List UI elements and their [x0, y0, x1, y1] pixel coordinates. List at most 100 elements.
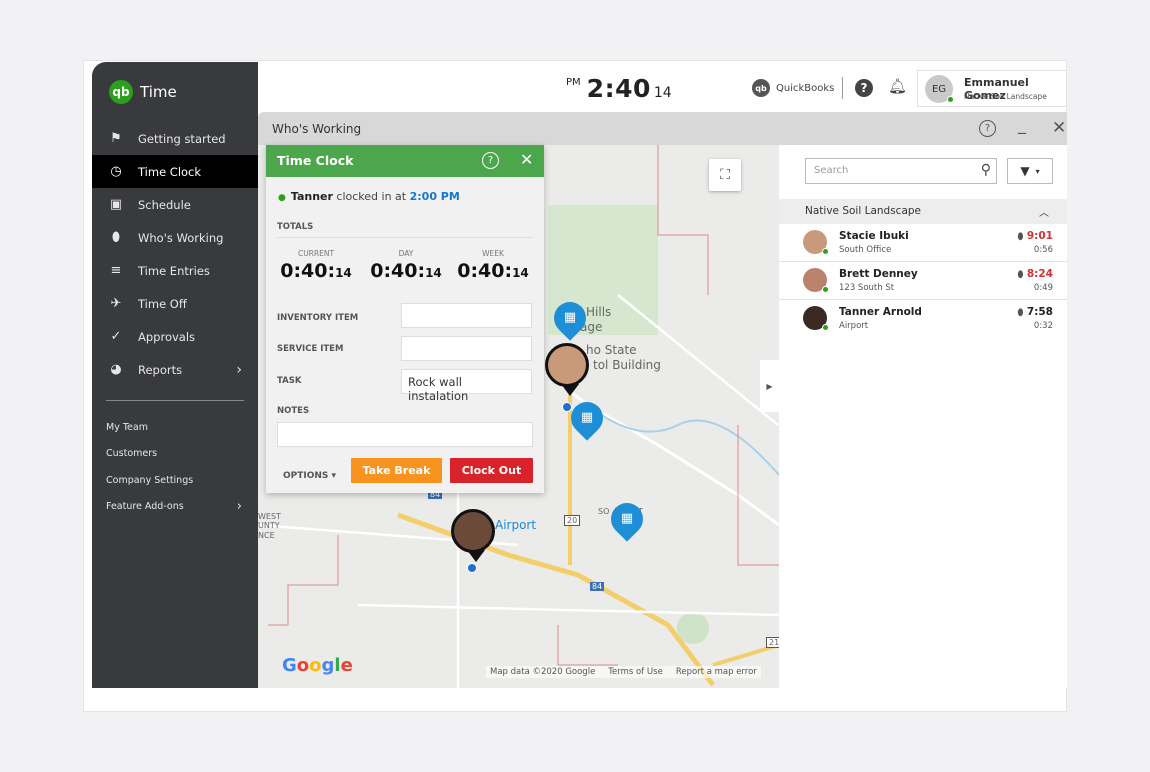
employee-pin-tanner[interactable] [451, 509, 495, 562]
filter-dropdown[interactable]: ▼ ▾ [1007, 158, 1053, 184]
sidebar-item-label: Schedule [138, 197, 191, 212]
terms-link[interactable]: Terms of Use [608, 667, 663, 677]
sidebar-item-label: Time Entries [138, 263, 210, 278]
report-error-link[interactable]: Report a map error [676, 667, 757, 677]
employee-row[interactable]: Brett Denney 123 South St ⬮ 8:24 0:49 [779, 262, 1067, 300]
quickbooks-link[interactable]: qb QuickBooks [752, 79, 834, 97]
caret-down-icon: ▾ [331, 471, 337, 481]
clock-in-time: 9:01 [1026, 230, 1053, 242]
time-clock-header: Time Clock ? ✕ [266, 145, 544, 177]
search-icon[interactable]: ⚲ [981, 162, 991, 178]
sidebar-item-schedule[interactable]: ▣ Schedule [92, 188, 258, 221]
quickbooks-logo-icon: qb [109, 80, 133, 104]
notes-label: NOTES [277, 406, 310, 416]
app-logo[interactable]: qb Time [109, 80, 177, 104]
caret-right-icon: ▶ [766, 381, 773, 391]
caret-down-icon: ▾ [1035, 166, 1040, 176]
map-pin-icon: ⬮ [1017, 270, 1024, 280]
flag-icon: ⚑ [110, 131, 122, 146]
map-label-airport: Airport [495, 518, 537, 532]
close-icon[interactable]: ✕ [520, 150, 533, 169]
employee-location: 123 South St [839, 283, 895, 293]
minimize-icon[interactable]: _ [1018, 115, 1026, 134]
inventory-item-input[interactable] [401, 303, 532, 328]
clock-icon: ◷ [110, 164, 122, 179]
service-item-label: SERVICE ITEM [277, 344, 344, 354]
help-icon[interactable]: ? [979, 120, 996, 137]
calendar-icon: ▣ [109, 197, 123, 212]
status-text: clocked in at [336, 190, 407, 203]
bell-icon[interactable]: 🔔︎ [888, 77, 907, 95]
search-input[interactable]: Search ⚲ [805, 158, 997, 184]
task-input[interactable]: Rock wall instalation [401, 369, 532, 403]
total-current: CURRENT 0:40:14 [276, 249, 356, 282]
employee-location: South Office [839, 245, 892, 255]
sidebar-item-time-off[interactable]: ✈ Time Off [92, 287, 258, 320]
clock-out-button[interactable]: Clock Out [450, 458, 533, 483]
sidebar-item-my-team[interactable]: My Team [106, 414, 246, 441]
airplane-icon: ✈ [110, 296, 122, 311]
location-dot [467, 563, 477, 573]
river [587, 404, 779, 476]
map-label: SO [598, 507, 610, 516]
sidebar-item-label: Who's Working [138, 230, 224, 245]
map-data-text: Map data ©2020 Google [490, 667, 596, 677]
online-status-dot [822, 248, 829, 255]
avatar [803, 230, 829, 255]
employee-pin-stacie[interactable] [545, 343, 589, 396]
duration: 0:32 [1033, 321, 1053, 331]
total-label: WEEK [482, 249, 504, 258]
employee-list-panel: Search ⚲ ▼ ▾ Native Soil Landscape ︿ Stacie… [779, 145, 1067, 688]
service-item-input[interactable] [401, 336, 532, 361]
expand-panel-button[interactable]: ▶ [760, 360, 779, 412]
highway-shield: 20 [564, 515, 581, 526]
online-status-dot [947, 96, 954, 103]
sidebar-item-feature-addons[interactable]: Feature Add-ons › [106, 494, 246, 521]
take-break-button[interactable]: Take Break [351, 458, 442, 483]
avatar [803, 268, 829, 293]
clock-in-time: 7:58 [1026, 306, 1053, 318]
sidebar-item-label: Customers [106, 448, 158, 460]
quickbooks-label: QuickBooks [776, 82, 835, 94]
sidebar-item-label: Getting started [138, 131, 226, 146]
sidebar-item-label: My Team [106, 421, 148, 433]
notes-textarea[interactable] [277, 422, 533, 447]
sidebar-item-reports[interactable]: ◕ Reports › [92, 353, 258, 386]
total-value: 0:40: [370, 260, 426, 282]
employee-row[interactable]: Stacie Ibuki South Office ⬮ 9:01 0:56 [779, 224, 1067, 262]
fullscreen-button[interactable]: ⛶ [709, 159, 741, 191]
group-header[interactable]: Native Soil Landscape ︿ [779, 199, 1067, 224]
building-icon: ▦ [620, 511, 634, 526]
user-menu[interactable]: EG Emmanuel Gomez Native Soil Landscape [917, 70, 1067, 107]
total-day: DAY 0:40:14 [366, 249, 446, 282]
employee-location: Airport [839, 321, 869, 331]
employee-row[interactable]: Tanner Arnold Airport ⬮ 7:58 0:32 [779, 300, 1067, 338]
highway-shield: 21 [766, 637, 779, 648]
help-icon[interactable]: ? [482, 152, 499, 169]
seconds: 14 [653, 85, 672, 101]
building-icon: ▦ [580, 410, 594, 425]
map-label: WEST [258, 512, 281, 521]
sidebar-item-getting-started[interactable]: ⚑ Getting started [92, 122, 258, 155]
search-placeholder: Search [814, 165, 849, 176]
time-clock-title: Time Clock [277, 153, 354, 168]
duration: 0:56 [1033, 245, 1053, 255]
close-icon[interactable]: ✕ [1052, 118, 1066, 138]
options-dropdown[interactable]: OPTIONS ▾ [283, 471, 336, 481]
totals-label: TOTALS [277, 222, 314, 232]
sidebar-item-company-settings[interactable]: Company Settings [106, 467, 246, 494]
clock-status: ● Tanner clocked in at 2:00 PM [278, 190, 460, 203]
map-pin-icon: ⬮ [111, 230, 121, 245]
divider [842, 77, 843, 99]
building-icon: ▦ [563, 310, 577, 325]
sidebar-item-whos-working[interactable]: ⬮ Who's Working [92, 221, 258, 254]
highway [712, 643, 779, 667]
fullscreen-icon: ⛶ [720, 167, 730, 183]
help-icon[interactable]: ? [855, 79, 873, 97]
sidebar-item-approvals[interactable]: ✓ Approvals [92, 320, 258, 353]
inventory-item-label: INVENTORY ITEM [277, 313, 359, 323]
sidebar-item-time-clock[interactable]: ◷ Time Clock [92, 155, 258, 188]
sidebar-item-customers[interactable]: Customers [106, 441, 246, 468]
sidebar-item-time-entries[interactable]: ≡ Time Entries [92, 254, 258, 287]
chevron-up-icon[interactable]: ︿ [1039, 204, 1049, 219]
